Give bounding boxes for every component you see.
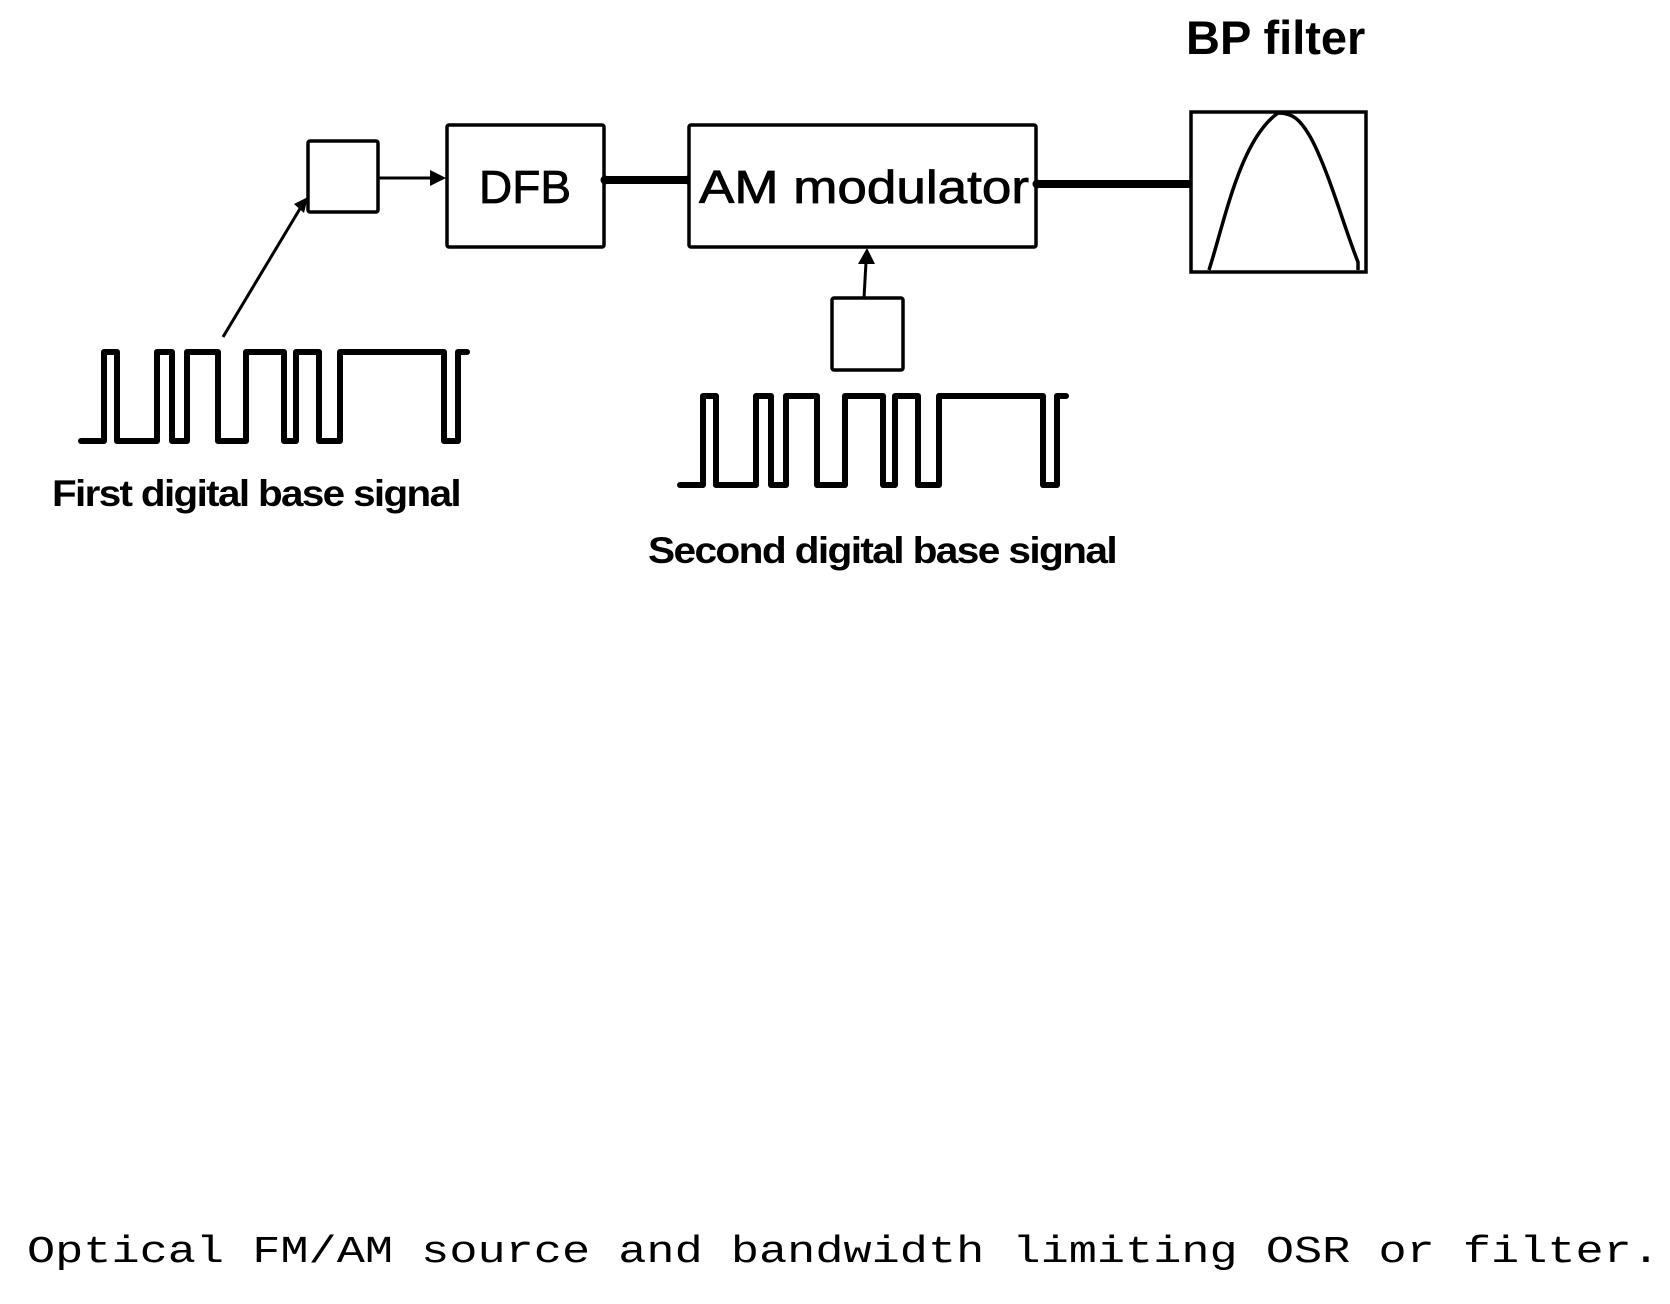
second-digital-signal-label: Second digital base signal (648, 530, 1116, 571)
figure-caption: Optical FM/AM source and bandwidth limit… (27, 1231, 1660, 1274)
junction-dot (600, 175, 610, 185)
encoder-box-1 (306, 139, 380, 214)
dfb-block: DFB (445, 123, 606, 249)
second-digital-signal-waveform (677, 393, 1069, 488)
am-modulator-label: AM modulator (699, 161, 1029, 213)
arrowhead-icon (294, 197, 308, 213)
arrow-line (862, 261, 868, 299)
arrowhead-icon (858, 248, 875, 264)
first-digital-signal-waveform (78, 349, 470, 444)
arrowhead-icon (430, 170, 446, 186)
dfb-label: DFB (479, 161, 571, 213)
first-digital-signal-label: First digital base signal (52, 473, 460, 514)
arrow-line (221, 206, 303, 338)
arrow-encoder2-to-modulator (858, 248, 875, 299)
arrow-encoder-to-dfb (378, 170, 446, 186)
junction-dot (1032, 179, 1042, 189)
arrow-signal1-to-encoder (221, 197, 308, 338)
bp-filter-title: BP filter (1186, 11, 1365, 64)
optical-source-diagram: BP filter DFB AM modulator First digital… (27, 11, 1660, 1274)
bp-filter-block (1189, 110, 1368, 274)
encoder-box-2 (830, 296, 905, 372)
am-modulator-block: AM modulator (687, 123, 1038, 249)
